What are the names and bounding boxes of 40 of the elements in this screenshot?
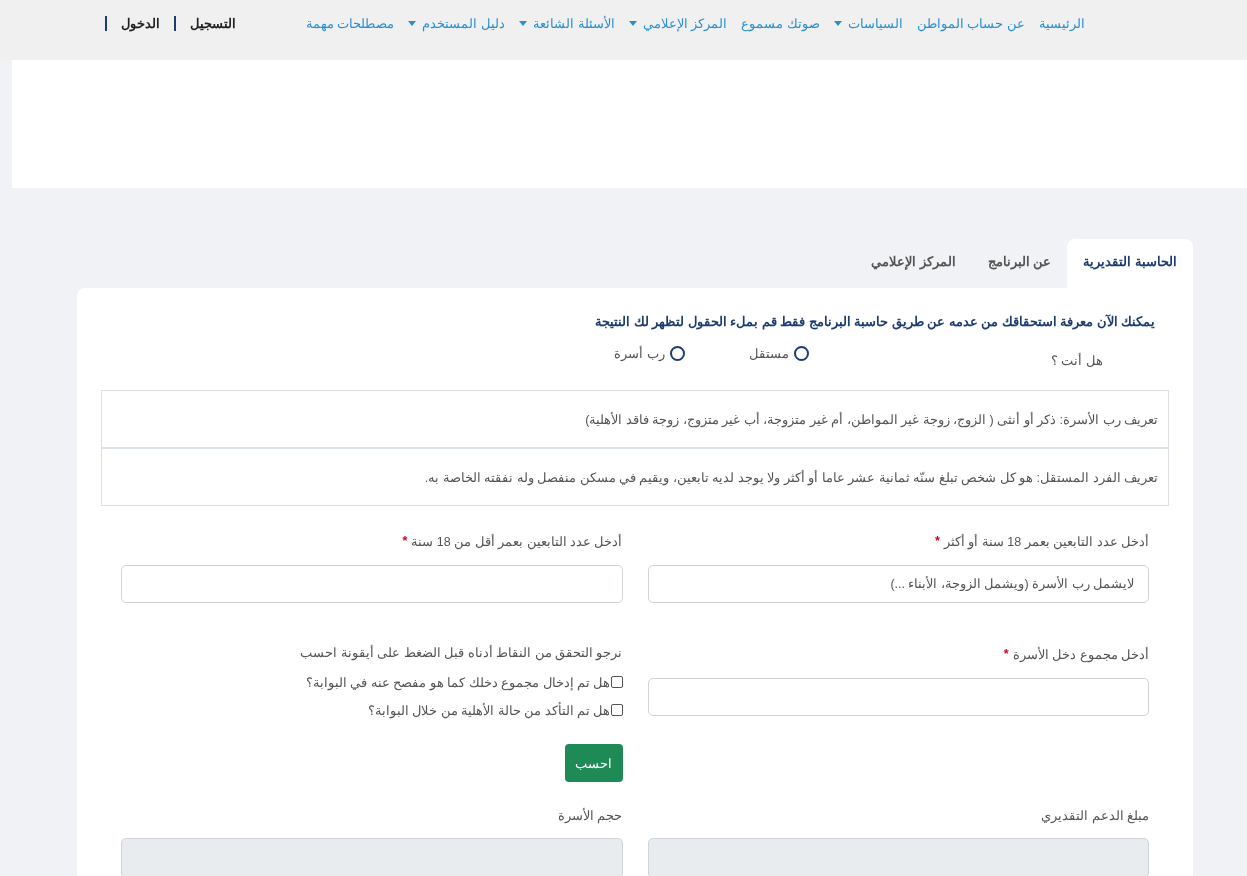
radio-icon[interactable] bbox=[794, 345, 809, 361]
field-label: حجم الأسرة bbox=[558, 807, 623, 823]
nav-link[interactable]: المركز الإعلامي bbox=[621, 15, 735, 31]
required-mark: * bbox=[934, 534, 940, 548]
nav-link[interactable]: السياسات bbox=[826, 15, 910, 31]
question-label: هل أنت ؟ bbox=[1049, 352, 1104, 368]
input-field[interactable] bbox=[121, 565, 623, 603]
intro-text: يمكنك الآن معرفة استحقاقك من عدمه عن طريق حاسبة البرنامج فقط قم بملء الحقول لتظهر لك النتيجة bbox=[594, 314, 1155, 329]
radio-option[interactable]: مستقل bbox=[749, 345, 809, 361]
field-label: أدخل عدد التابعين بعمر أقل من 18 سنة bbox=[411, 533, 623, 549]
field-label: أدخل مجموع دخل الأسرة bbox=[1012, 646, 1149, 662]
input-field[interactable]: لايشمل رب الأسرة (ويشمل الزوجة، الأبناء ...) bbox=[647, 565, 1149, 603]
radio-label: مستقل bbox=[749, 345, 789, 361]
nav-link[interactable]: دليل المستخدم bbox=[401, 15, 512, 31]
auth-link[interactable]: التسجيل bbox=[190, 15, 236, 31]
field-label: مبلغ الدعم التقديري bbox=[1041, 807, 1149, 823]
note-text: نرجو التحقق من النقاط أدناه قبل الضغط على أيقونة احسب bbox=[299, 645, 623, 663]
input-field[interactable] bbox=[647, 678, 1149, 716]
nav-link[interactable]: عن حساب المواطن bbox=[909, 15, 1032, 31]
checkbox[interactable] bbox=[610, 676, 623, 688]
checkbox-label: هل تم التأكد من حالة الأهلية من خلال البوابة؟ bbox=[367, 702, 611, 718]
definition-text: تعريف الفرد المستقل: هو كل شخص تبلغ سنّه ثمانية عشر عاما أو أكثر ولا يوجد لديه تابعين، ويقيم في مسكن منفصل وله نفقته الخاصة به. bbox=[102, 447, 1168, 505]
calculate-button[interactable]: احسب bbox=[564, 744, 623, 782]
radio-label: رب أسرة bbox=[614, 345, 665, 361]
radio-icon[interactable] bbox=[670, 345, 685, 361]
checkbox-label: هل تم إدخال مجموع دخلك كما هو مفصح عنه في البوابة؟ bbox=[305, 674, 611, 690]
required-mark: * bbox=[402, 534, 408, 548]
tab[interactable]: الحاسبة التقديرية bbox=[1067, 239, 1193, 288]
checkbox[interactable] bbox=[610, 704, 623, 716]
auth-link[interactable]: الدخول bbox=[121, 15, 160, 31]
field-label: أدخل عدد التابعين بعمر 18 سنة أو أكثر bbox=[943, 533, 1149, 549]
nav-link[interactable]: الأسئلة الشائعة bbox=[511, 15, 622, 31]
required-mark: * bbox=[1003, 647, 1009, 661]
tab[interactable]: المركز الإعلامي bbox=[855, 239, 972, 288]
nav-link[interactable]: الرئيسية bbox=[1032, 15, 1092, 31]
tab[interactable]: عن البرنامج bbox=[971, 239, 1068, 288]
nav-link[interactable]: مصطلحات مهمة bbox=[298, 15, 402, 31]
radio-option[interactable]: رب أسرة bbox=[614, 345, 685, 361]
definition-text: تعريف رب الأسرة: ذكر أو أنثى ( الزوج، زوجة غير المواطن، أم غير متزوجة، أب غير متزوج، زوجة فاقد الأهلية) bbox=[584, 411, 1159, 430]
nav-link[interactable]: صوتك مسموع bbox=[734, 15, 827, 31]
